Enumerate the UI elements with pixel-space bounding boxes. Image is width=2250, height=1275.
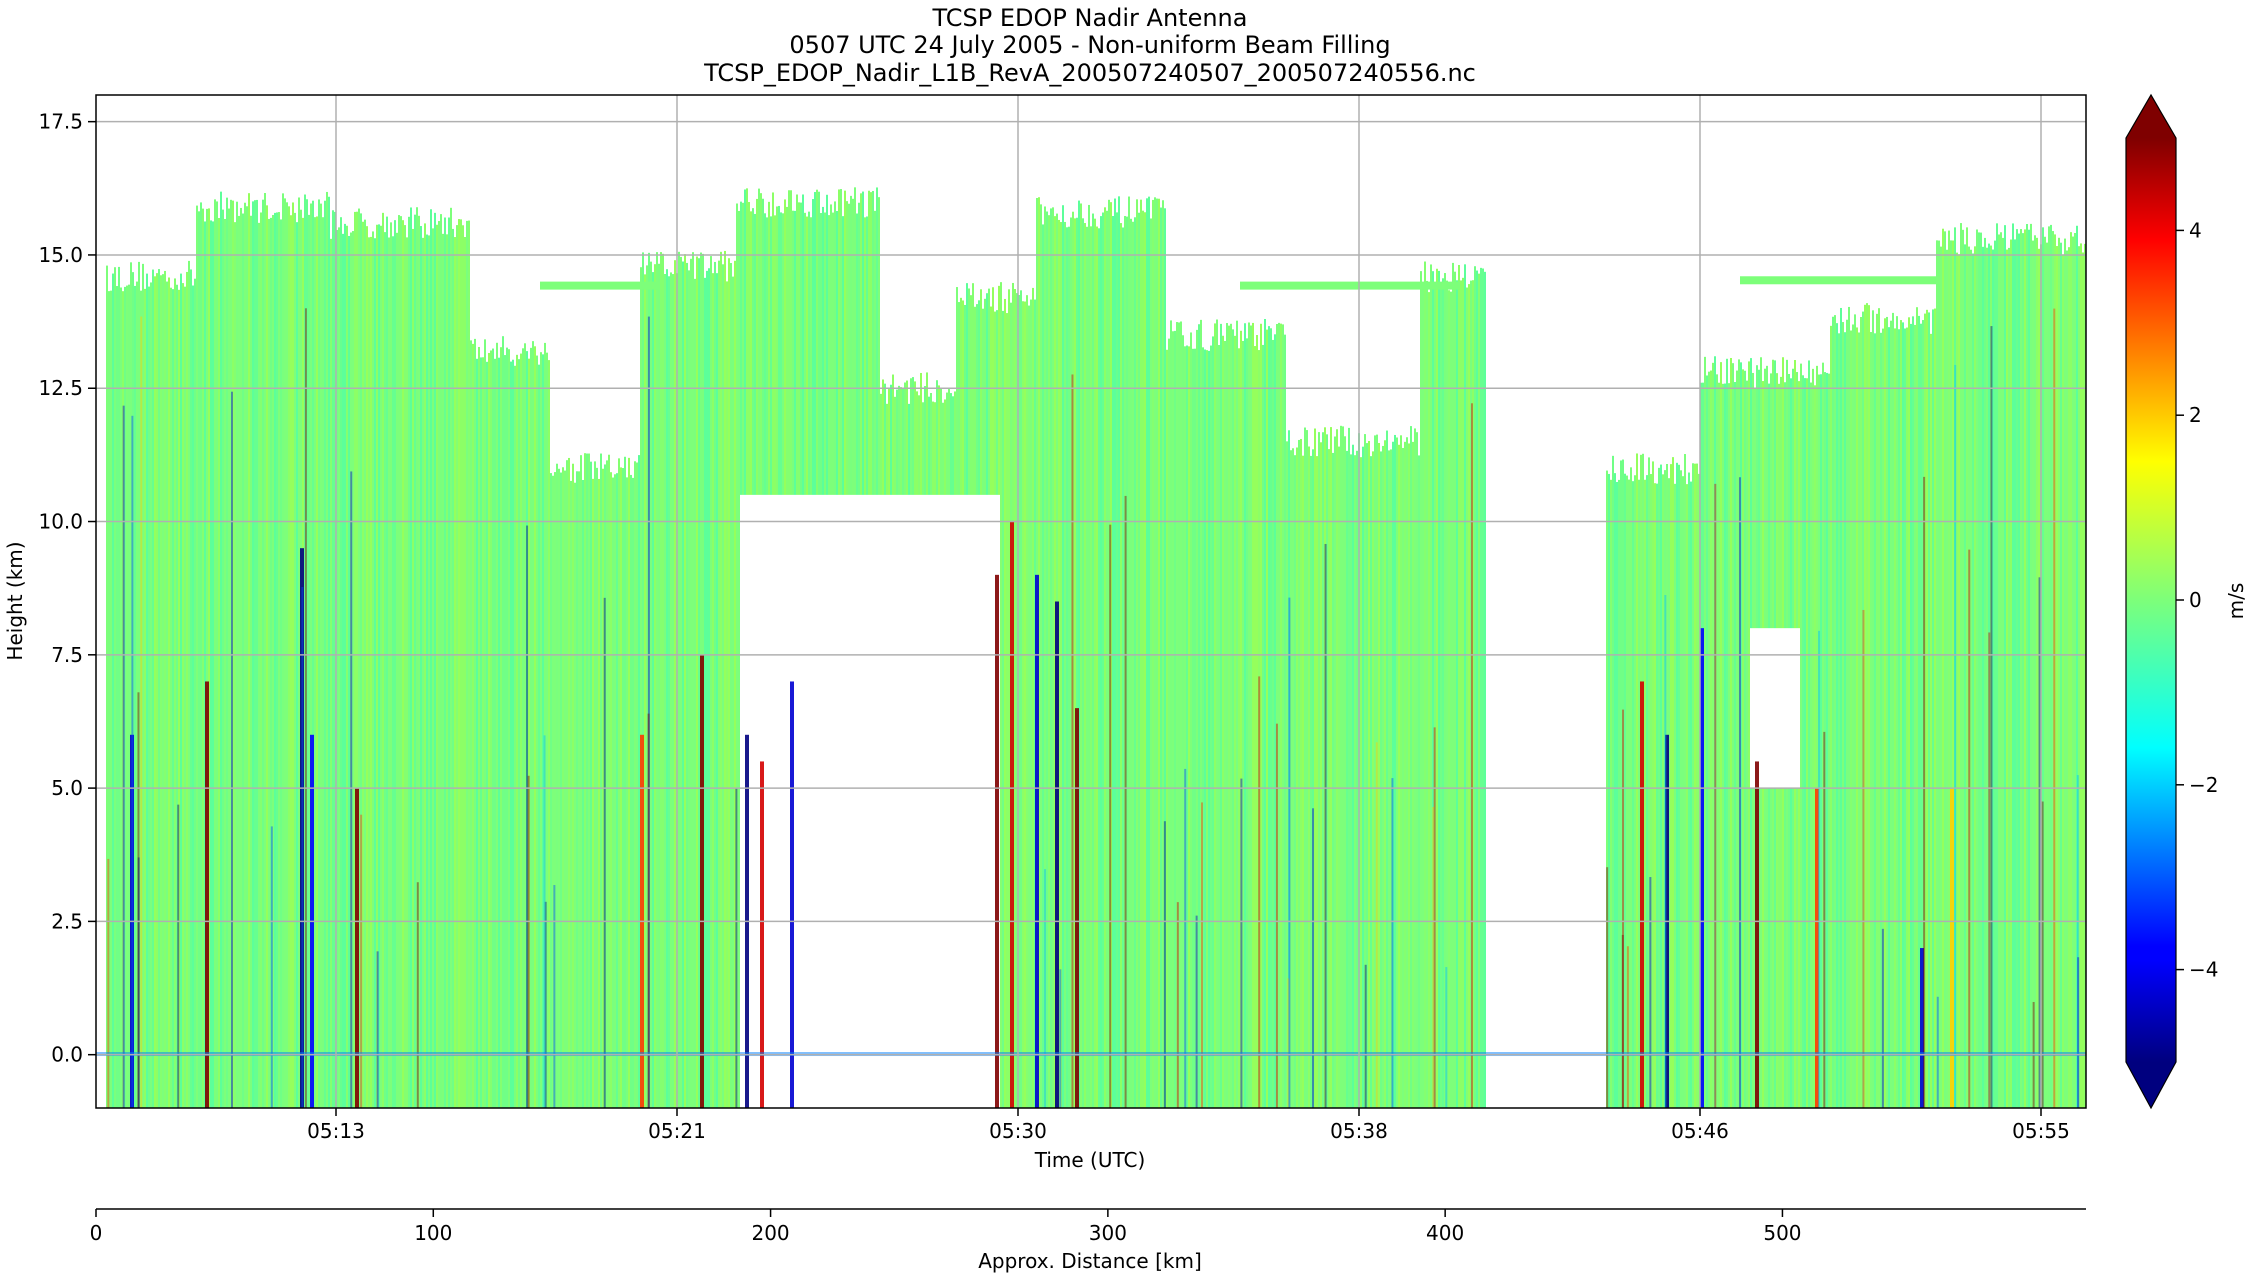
y-tick-label: 17.5 [38,110,83,134]
x-tick-label: 05:13 [307,1119,365,1143]
colorbar-tick-label: 0 [2189,588,2202,612]
distance-axis: 0 100 200 300 400 500 Approx. Distance [km] [90,1208,2086,1273]
x-tick-label: 05:38 [1330,1119,1388,1143]
y-tick-label: 2.5 [51,909,83,933]
colorbar-label: m/s [2224,583,2248,620]
y-tick-label: 5.0 [51,776,83,800]
colorbar-tick-label: −2 [2189,773,2218,797]
colorbar-gradient [2126,138,2176,1062]
chart-title-line-3: TCSP_EDOP_Nadir_L1B_RevA_200507240507_20… [703,59,1476,87]
distance-tick-label: 200 [751,1221,789,1245]
colorbar: −4 −2 0 2 4 m/s [2125,93,2248,1110]
distance-tick-label: 0 [90,1221,103,1245]
colorbar-extend-bottom [2126,1062,2176,1108]
plot-area [95,94,2087,1109]
figure: TCSP EDOP Nadir Antenna 0507 UTC 24 July… [3,4,2248,1273]
x-tick-label: 05:55 [2012,1119,2070,1143]
distance-tick-label: 100 [414,1221,452,1245]
x-axis-ticks: 05:13 05:21 05:30 05:38 05:46 05:55 [307,1108,2070,1143]
colorbar-ticks: −4 −2 0 2 4 [2176,218,2218,982]
y-tick-label: 0.0 [51,1043,83,1067]
distance-tick-label: 500 [1763,1221,1801,1245]
y-tick-label: 7.5 [51,643,83,667]
colorbar-tick-label: −4 [2189,958,2218,982]
y-tick-label: 12.5 [38,376,83,400]
distance-axis-ticks: 0 100 200 300 400 500 [90,1209,1802,1245]
distance-axis-label: Approx. Distance [km] [978,1249,1202,1273]
y-axis-label: Height (km) [3,541,27,660]
distance-tick-label: 300 [1089,1221,1127,1245]
x-tick-label: 05:30 [989,1119,1047,1143]
chart-title-line-2: 0507 UTC 24 July 2005 - Non-uniform Beam… [789,31,1390,59]
chart-title-line-1: TCSP EDOP Nadir Antenna [932,4,1248,32]
colorbar-tick-label: 2 [2189,403,2202,427]
x-tick-label: 05:21 [648,1119,706,1143]
y-tick-label: 15.0 [38,243,83,267]
x-axis-label: Time (UTC) [1034,1148,1146,1172]
distance-tick-label: 400 [1426,1221,1464,1245]
y-tick-label: 10.0 [38,510,83,534]
y-axis-ticks: 0.0 2.5 5.0 7.5 10.0 12.5 15.0 17.5 [38,110,96,1067]
colorbar-extend-top [2126,95,2176,138]
x-tick-label: 05:46 [1671,1119,1729,1143]
colorbar-tick-label: 4 [2189,218,2202,242]
